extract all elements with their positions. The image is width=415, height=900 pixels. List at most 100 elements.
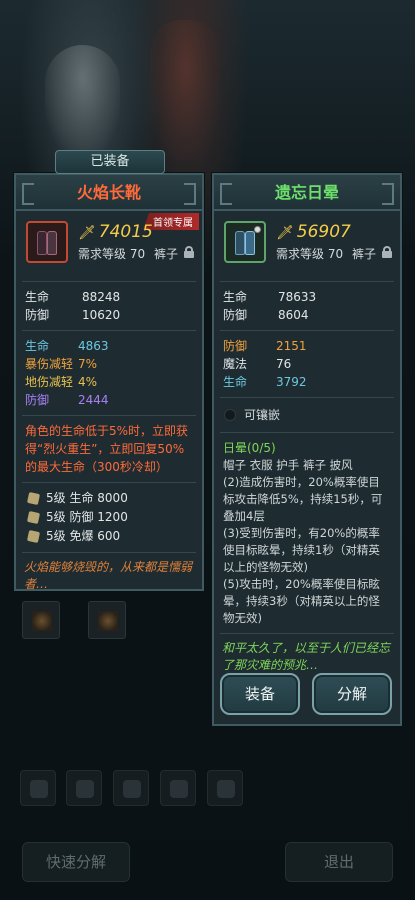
boot-shape-icon <box>235 231 245 255</box>
base-stat-row: 防御 8604 <box>214 306 400 324</box>
divider <box>220 281 394 282</box>
set-bonus: (3)受到伤害时，有20%的概率使目标眩晕，持续1秒（对精英以上的怪物无效) <box>223 526 380 574</box>
stat-value: 76 <box>276 357 292 371</box>
refine-stone-icon <box>26 491 41 506</box>
extra-stat-row: 防御 2151 <box>214 337 400 355</box>
level-requirement: 需求等级 70 <box>78 247 146 261</box>
stat-value: 88248 <box>82 290 121 304</box>
extra-stat-row: 生命 4863 <box>16 337 202 355</box>
equip-slot: 裤子 <box>351 247 376 261</box>
equipped-item-panel: 火焰长靴 首领专属 🗡 74015 需求等级 70 裤子 生命 88248 防御 10… <box>14 173 204 591</box>
combat-power-value: 56907 <box>296 222 351 242</box>
extra-stat-row: 地伤减轻 4% <box>16 373 202 391</box>
divider <box>22 281 196 282</box>
companion-figure <box>150 20 220 160</box>
combat-power: 🗡 74015 <box>78 222 153 242</box>
stat-value: 8604 <box>278 308 309 322</box>
filter-heart-icon[interactable] <box>113 770 149 806</box>
filter-paw-icon[interactable] <box>66 770 102 806</box>
extra-stat-row: 魔法 76 <box>214 355 400 373</box>
sword-icon: 🗡 <box>276 225 294 241</box>
inventory-slot[interactable] <box>22 601 60 639</box>
boots-item-icon <box>26 221 68 263</box>
level-requirement: 需求等级 70 <box>276 247 344 261</box>
boot-shape-icon <box>245 231 255 255</box>
filter-weapon-icon[interactable] <box>20 770 56 806</box>
stat-name: 生命 <box>25 290 50 304</box>
empty-socket-icon <box>224 409 236 421</box>
new-item-name: 遗忘日晕 <box>274 183 339 202</box>
tier-bonus: 免爆 600 <box>69 529 121 543</box>
equip-button[interactable]: 装备 <box>220 673 300 715</box>
extra-stat-row: 防御 2444 <box>16 391 202 409</box>
stat-name: 生命 <box>25 339 50 353</box>
inventory-slot[interactable] <box>88 601 126 639</box>
hero-character-figure <box>45 45 120 155</box>
new-item-title: 遗忘日晕 <box>214 175 400 211</box>
divider <box>22 415 196 416</box>
lock-icon[interactable] <box>382 246 392 258</box>
stat-value: 2151 <box>276 339 307 353</box>
stat-name: 防御 <box>25 308 50 322</box>
divider <box>22 482 196 483</box>
sword-icon: 🗡 <box>78 225 96 241</box>
set-bonus: (2)造成伤害时，20%概率使目标攻击降低5%，持续15秒，可叠加4层 <box>223 475 383 523</box>
combat-power-value: 74015 <box>98 222 153 242</box>
stat-name: 暴伤减轻 <box>25 357 74 371</box>
extra-stat-row: 生命 3792 <box>214 373 400 391</box>
stat-name: 生命 <box>223 375 248 389</box>
stat-value: 4% <box>78 375 98 389</box>
special-effect-text: 角色的生命低于5%时，立即获得“烈火重生”，立即回复50%的最大生命（300秒冷… <box>25 424 189 474</box>
refine-stone-icon <box>26 529 41 544</box>
refine-stone-icon <box>26 510 41 525</box>
stat-value: 3792 <box>276 375 307 389</box>
dismantle-button[interactable]: 分解 <box>312 673 392 715</box>
equip-slot: 裤子 <box>153 247 178 261</box>
stat-value: 78633 <box>278 290 317 304</box>
tier-bonus: 防御 1200 <box>69 510 128 524</box>
boot-shape-icon <box>37 231 47 255</box>
stat-name: 防御 <box>223 339 248 353</box>
new-item-summary: 🗡 56907 需求等级 70 裤子 <box>214 219 400 275</box>
tier-level: 5级 <box>46 529 66 543</box>
base-stat-row: 生命 78633 <box>214 288 400 306</box>
set-pieces: 帽子 衣服 护手 裤子 披风 <box>223 458 353 472</box>
filter-hand-icon[interactable] <box>160 770 196 806</box>
gem-socket-icon <box>254 226 261 233</box>
item-thumbnail-icon <box>98 611 118 631</box>
divider <box>22 552 196 553</box>
equipped-label: 已装备 <box>55 150 165 174</box>
refine-tier-row: 5级 防御 1200 <box>16 508 202 527</box>
flavor-text: 和平太久了，以至于人们已经忘了那灾难的预兆… <box>222 641 391 672</box>
divider <box>220 330 394 331</box>
tier-level: 5级 <box>46 491 66 505</box>
equipped-item-name: 火焰长靴 <box>76 183 141 202</box>
divider <box>220 432 394 433</box>
stat-value: 2444 <box>78 393 109 407</box>
divider <box>220 633 394 634</box>
lock-icon[interactable] <box>184 246 194 258</box>
stat-value: 10620 <box>82 308 121 322</box>
set-title: 日晕(0/5) <box>223 441 276 455</box>
base-stat-row: 生命 88248 <box>16 288 202 306</box>
combat-power: 🗡 56907 <box>276 222 351 242</box>
stat-name: 生命 <box>223 290 248 304</box>
equipped-item-summary: 首领专属 🗡 74015 需求等级 70 裤子 <box>16 213 202 275</box>
stat-name: 魔法 <box>223 357 248 371</box>
exit-button[interactable]: 退出 <box>285 842 393 882</box>
tier-bonus: 生命 8000 <box>69 491 128 505</box>
equipped-item-title: 火焰长靴 <box>16 175 202 211</box>
stat-name: 防御 <box>25 393 50 407</box>
refine-tier-row: 5级 免爆 600 <box>16 527 202 546</box>
refine-tier-row: 5级 生命 8000 <box>16 489 202 508</box>
filter-helmet-icon[interactable] <box>207 770 243 806</box>
socket-row: 可镶嵌 <box>214 404 400 426</box>
pants-item-icon <box>224 221 266 263</box>
set-bonus: (5)攻击时，20%概率使目标眩晕，持续3秒（对精英以上的怪物无效) <box>223 577 380 625</box>
item-thumbnail-icon <box>32 611 52 631</box>
socket-label: 可镶嵌 <box>244 408 281 422</box>
base-stat-row: 防御 10620 <box>16 306 202 324</box>
stat-value: 4863 <box>78 339 109 353</box>
quick-dismantle-button[interactable]: 快速分解 <box>22 842 130 882</box>
flavor-text: 火焰能够烧毁的，从来都是懦弱者… <box>24 560 193 591</box>
